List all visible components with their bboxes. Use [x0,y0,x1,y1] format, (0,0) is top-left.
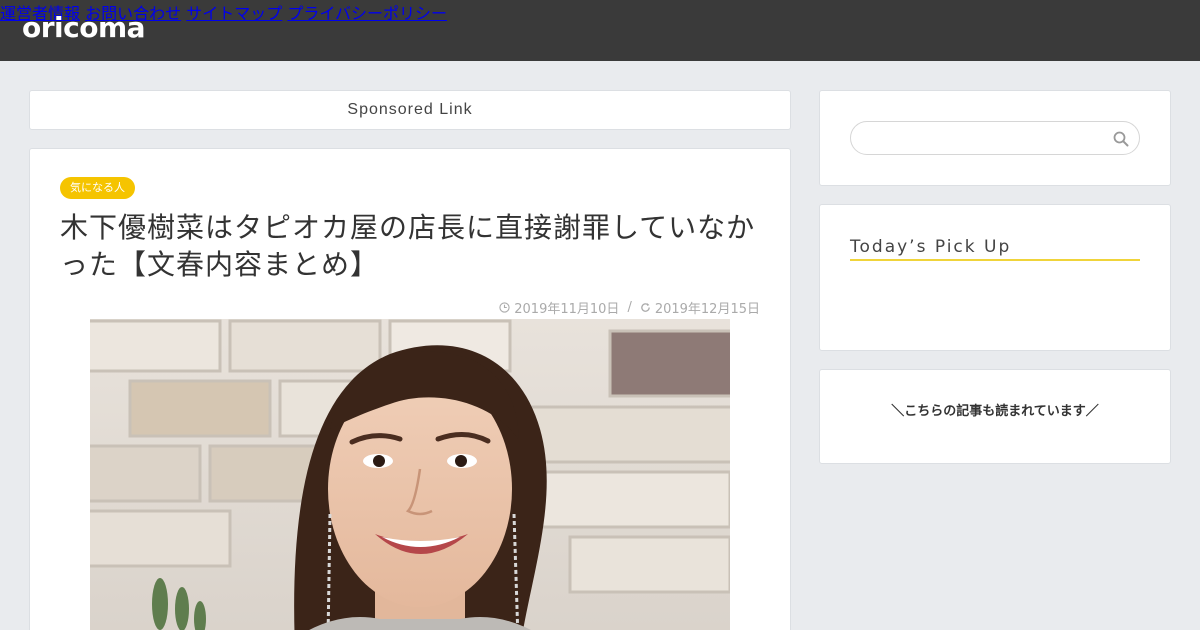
related-reads-widget: ＼こちらの記事も読まれています／ [819,369,1171,464]
site-logo[interactable]: oricoma [22,11,146,44]
article-eyecatch-image [90,319,730,630]
header-nav: 運営者情報 お問い合わせ サイトマップ プライバシーポリシー [0,0,1200,24]
article-dates: 2019年11月10日 / 2019年12月15日 [499,298,760,317]
refresh-icon [641,303,650,312]
sponsored-label: Sponsored Link [347,101,473,118]
search-input[interactable] [865,128,1105,150]
clock-icon [499,302,510,313]
updated-date: 2019年12月15日 [654,302,760,317]
site-header: oricoma 運営者情報 お問い合わせ サイトマップ プライバシーポリシー [0,0,1200,61]
article-title: 木下優樹菜はタピオカ屋の店長に直接謝罪していなかった【文春内容まとめ】 [60,211,756,281]
related-reads-title: ＼こちらの記事も読まれています／ [891,404,1099,419]
published-date: 2019年11月10日 [514,302,620,317]
sidebar-search-widget [819,90,1171,186]
pick-up-title: Today’s Pick Up [850,237,1140,261]
nav-item-privacy-policy[interactable]: プライバシーポリシー [287,4,447,23]
sponsored-link-box: Sponsored Link [29,90,791,130]
category-badge[interactable]: 気になる人 [60,177,135,199]
nav-item-sitemap[interactable]: サイトマップ [186,4,282,23]
search-box [850,121,1140,155]
pick-up-widget: Today’s Pick Up [819,204,1171,351]
date-separator: / [627,300,632,315]
article-card: 気になる人 木下優樹菜はタピオカ屋の店長に直接謝罪していなかった【文春内容まとめ… [29,148,791,630]
search-icon[interactable] [1113,131,1129,147]
